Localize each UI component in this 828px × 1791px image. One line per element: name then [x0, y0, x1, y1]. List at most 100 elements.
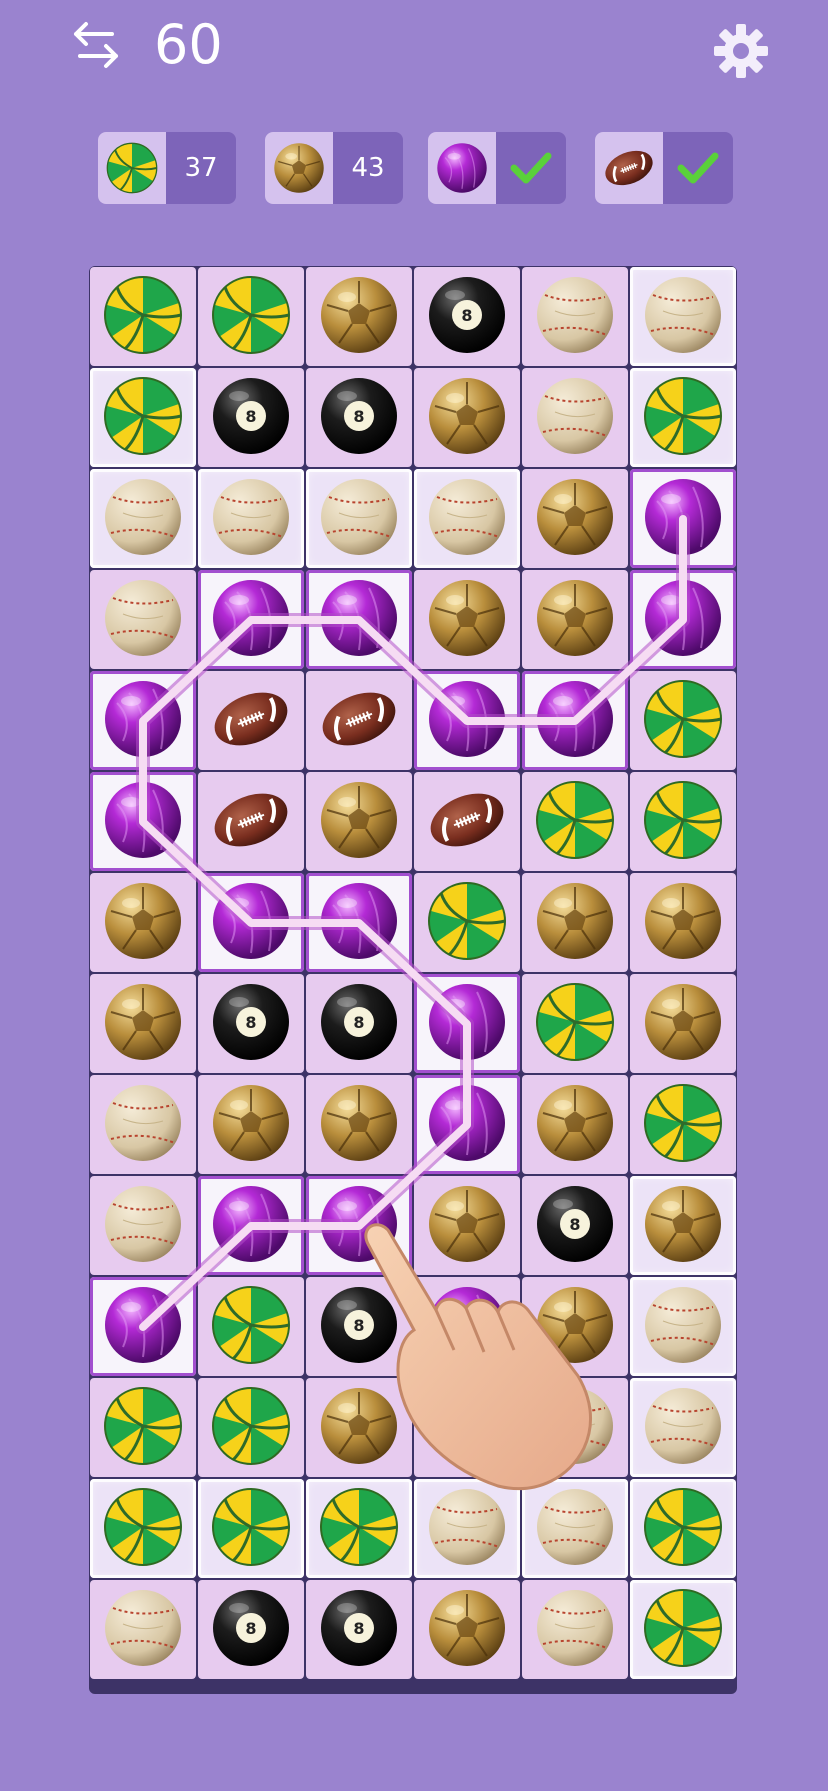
tile-soccer[interactable]	[90, 873, 196, 972]
tile-baseball[interactable]	[198, 469, 304, 568]
checkmark-icon	[677, 152, 719, 184]
tile-baseball[interactable]	[90, 1176, 196, 1275]
tile-soccer[interactable]	[522, 469, 628, 568]
tile-volleyball[interactable]	[90, 267, 196, 366]
tile-bowling[interactable]	[90, 1277, 196, 1376]
bowling-icon	[428, 680, 506, 758]
tile-bowling[interactable]	[306, 873, 412, 972]
tile-volleyball[interactable]	[630, 671, 736, 770]
tile-volleyball[interactable]	[630, 1075, 736, 1174]
tile-soccer[interactable]	[414, 570, 520, 669]
tile-volleyball[interactable]	[90, 1378, 196, 1477]
tile-bowling[interactable]	[414, 1075, 520, 1174]
tile-bowling[interactable]	[90, 772, 196, 871]
bowling-icon	[428, 1084, 506, 1162]
tile-volleyball[interactable]	[198, 1479, 304, 1578]
tile-soccer[interactable]	[630, 974, 736, 1073]
soccer-icon	[320, 1084, 398, 1162]
soccer-icon	[104, 882, 182, 960]
tile-soccer[interactable]	[306, 267, 412, 366]
tile-volleyball[interactable]	[630, 368, 736, 467]
tile-eightball[interactable]	[198, 1580, 304, 1679]
tile-bowling[interactable]	[198, 873, 304, 972]
tile-soccer[interactable]	[522, 873, 628, 972]
tile-soccer[interactable]	[522, 570, 628, 669]
tile-volleyball[interactable]	[522, 974, 628, 1073]
tile-baseball[interactable]	[90, 1580, 196, 1679]
tile-bowling[interactable]	[630, 469, 736, 568]
tile-baseball[interactable]	[306, 469, 412, 568]
tile-volleyball[interactable]	[198, 1378, 304, 1477]
volleyball-icon	[103, 1487, 183, 1567]
swap-arrows-icon[interactable]	[68, 16, 124, 72]
bowling-icon	[428, 983, 506, 1061]
tile-baseball[interactable]	[414, 469, 520, 568]
eightball-icon	[213, 378, 289, 454]
volleyball-icon	[103, 275, 183, 355]
tile-eightball[interactable]	[198, 368, 304, 467]
tile-volleyball[interactable]	[630, 772, 736, 871]
tile-bowling[interactable]	[198, 1176, 304, 1275]
tile-soccer[interactable]	[306, 1075, 412, 1174]
tile-eightball[interactable]	[198, 974, 304, 1073]
tile-bowling[interactable]	[630, 570, 736, 669]
tile-baseball[interactable]	[90, 469, 196, 568]
tile-soccer[interactable]	[414, 1580, 520, 1679]
tile-soccer[interactable]	[198, 1075, 304, 1174]
tile-baseball[interactable]	[630, 267, 736, 366]
tile-volleyball[interactable]	[90, 1479, 196, 1578]
tile-bowling[interactable]	[198, 570, 304, 669]
tile-football[interactable]	[198, 772, 304, 871]
tile-volleyball[interactable]	[414, 873, 520, 972]
tile-baseball[interactable]	[522, 267, 628, 366]
tile-eightball[interactable]	[306, 368, 412, 467]
tile-bowling[interactable]	[306, 570, 412, 669]
soccer-icon	[320, 781, 398, 859]
tile-baseball[interactable]	[522, 368, 628, 467]
tile-football[interactable]	[198, 671, 304, 770]
tile-eightball[interactable]	[306, 1580, 412, 1679]
volleyball-icon	[535, 982, 615, 1062]
tile-volleyball[interactable]	[522, 772, 628, 871]
tile-football[interactable]	[306, 671, 412, 770]
tile-volleyball[interactable]	[630, 1479, 736, 1578]
tile-baseball[interactable]	[90, 1075, 196, 1174]
volleyball-icon	[211, 1285, 291, 1365]
volleyball-icon	[103, 1386, 183, 1466]
tile-soccer[interactable]	[630, 1176, 736, 1275]
tile-soccer[interactable]	[522, 1075, 628, 1174]
tile-soccer[interactable]	[90, 974, 196, 1073]
tile-soccer[interactable]	[630, 873, 736, 972]
tile-bowling[interactable]	[414, 974, 520, 1073]
baseball-icon	[536, 276, 614, 354]
tile-soccer[interactable]	[306, 772, 412, 871]
bowling-icon	[104, 680, 182, 758]
tile-baseball[interactable]	[90, 570, 196, 669]
tile-eightball[interactable]	[306, 974, 412, 1073]
tile-volleyball[interactable]	[630, 1580, 736, 1679]
tile-volleyball[interactable]	[90, 368, 196, 467]
tile-bowling[interactable]	[414, 671, 520, 770]
eightball-icon	[321, 1590, 397, 1666]
bowling-icon	[320, 579, 398, 657]
tile-eightball[interactable]	[414, 267, 520, 366]
goal-volleyball: 37	[98, 132, 236, 204]
tile-bowling[interactable]	[522, 671, 628, 770]
soccer-icon	[104, 983, 182, 1061]
tile-baseball[interactable]	[630, 1277, 736, 1376]
tile-baseball[interactable]	[522, 1580, 628, 1679]
tile-bowling[interactable]	[90, 671, 196, 770]
baseball-icon	[104, 1185, 182, 1263]
tile-volleyball[interactable]	[198, 267, 304, 366]
tile-soccer[interactable]	[414, 368, 520, 467]
gear-icon[interactable]	[710, 20, 772, 82]
bowling-icon	[212, 1185, 290, 1263]
baseball-icon	[104, 478, 182, 556]
volleyball-icon	[643, 376, 723, 456]
tile-volleyball[interactable]	[198, 1277, 304, 1376]
soccer-icon	[536, 579, 614, 657]
soccer-icon	[212, 1084, 290, 1162]
tile-baseball[interactable]	[630, 1378, 736, 1477]
soccer-icon	[644, 882, 722, 960]
tile-football[interactable]	[414, 772, 520, 871]
